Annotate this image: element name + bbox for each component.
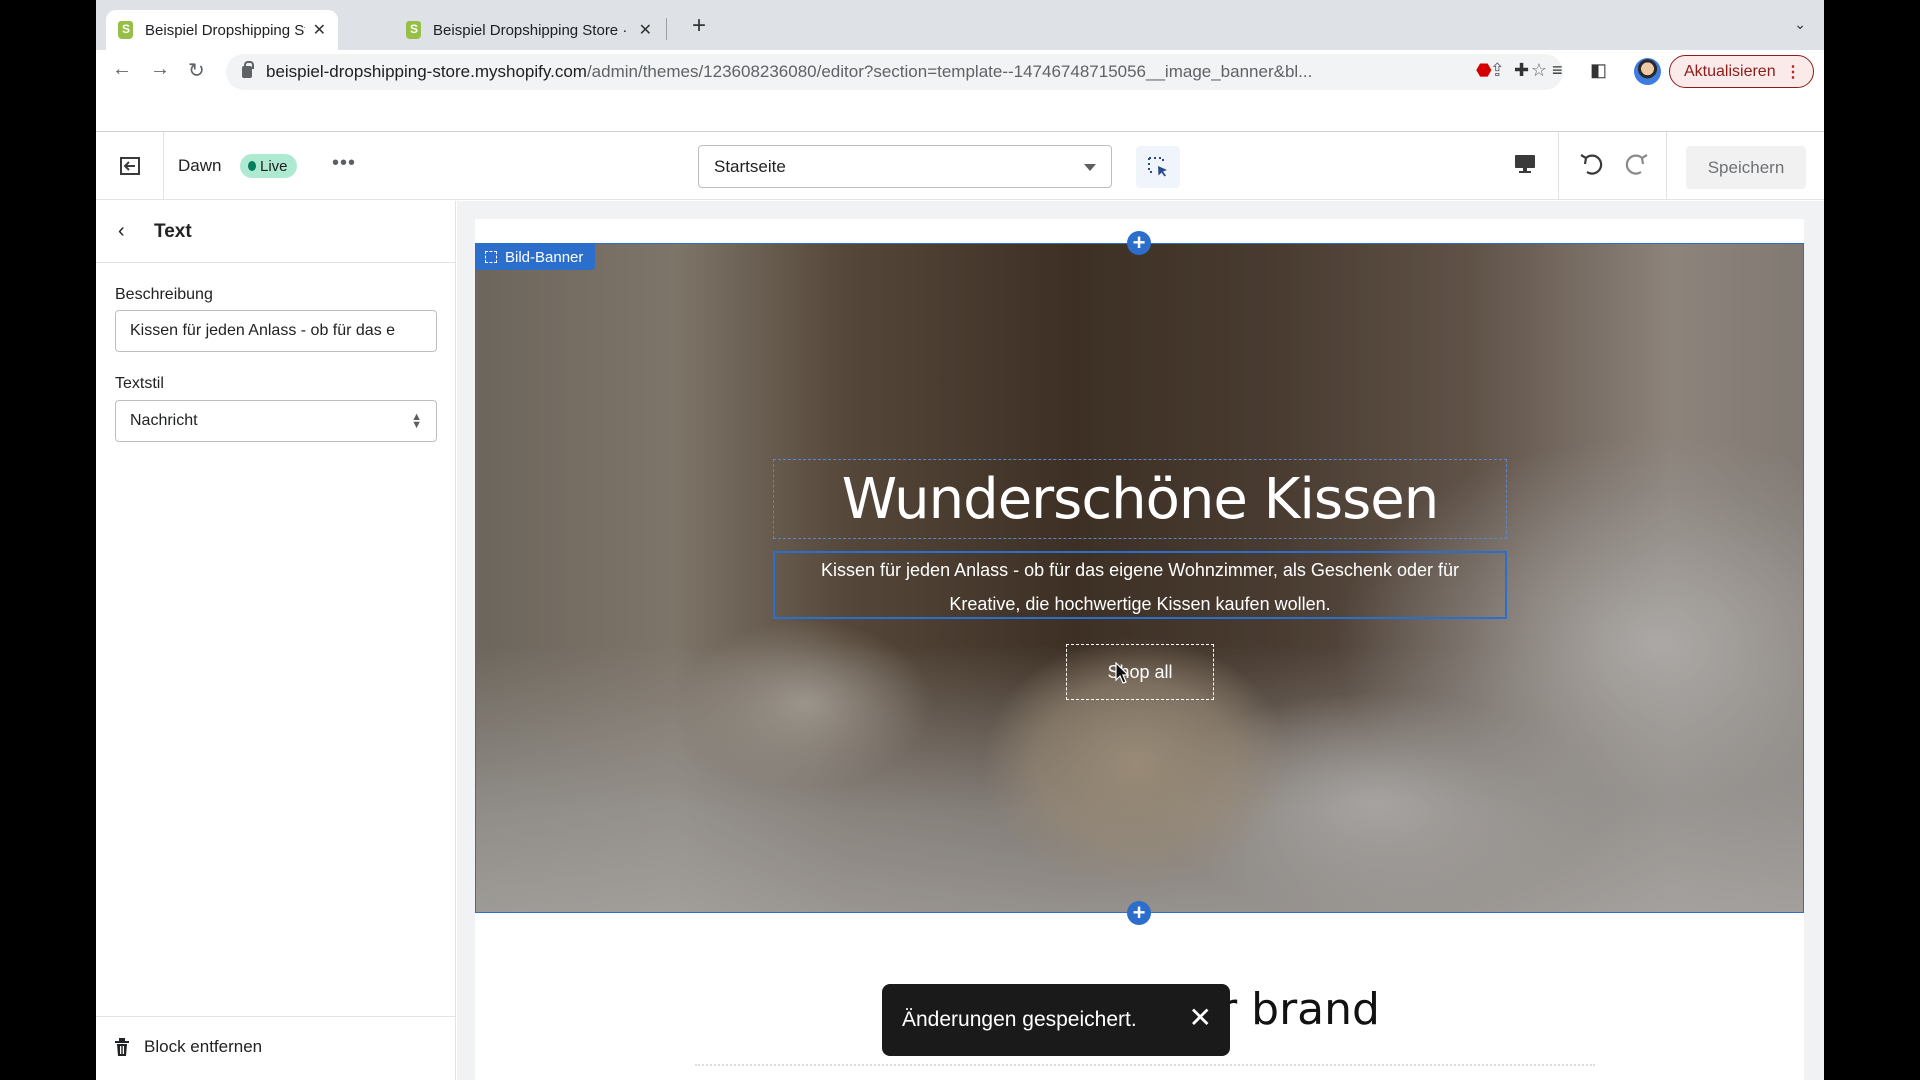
theme-preview: + Bild-Banner Wunderschöne Kissen Kissen… bbox=[457, 201, 1824, 1080]
text-block-selected[interactable]: Kissen für jeden Anlass - ob für das eig… bbox=[773, 551, 1507, 619]
shopify-favicon-icon bbox=[406, 21, 422, 39]
new-tab-icon[interactable]: + bbox=[692, 12, 706, 40]
shopify-favicon-icon bbox=[118, 21, 134, 39]
toast-message: Änderungen gespeichert. bbox=[902, 1008, 1137, 1031]
description-label: Beschreibung bbox=[115, 286, 213, 303]
forward-icon[interactable]: → bbox=[150, 58, 170, 81]
banner-description-line: Kissen für jeden Anlass - ob für das eig… bbox=[821, 560, 1459, 580]
browser-tab-active[interactable]: Beispiel Dropshipping Store · D ✕ bbox=[106, 10, 338, 50]
exit-icon bbox=[119, 157, 140, 175]
divider bbox=[1558, 132, 1559, 200]
reload-icon[interactable]: ↻ bbox=[188, 58, 205, 83]
banner-heading: Wunderschöne Kissen bbox=[841, 466, 1439, 532]
close-toast-icon[interactable]: ✕ bbox=[1189, 1004, 1212, 1032]
settings-sidebar: ‹ Text Beschreibung Kissen für jeden Anl… bbox=[96, 201, 456, 1080]
address-bar[interactable]: beispiel-dropshipping-store.myshopify.co… bbox=[226, 54, 1563, 90]
adblock-extension-icon[interactable]: ⬣ bbox=[1476, 60, 1492, 81]
screen: Beispiel Dropshipping Store · D ✕ Beispi… bbox=[96, 0, 1824, 1080]
description-input[interactable]: Kissen für jeden Anlass - ob für das e bbox=[115, 310, 437, 352]
section-icon bbox=[485, 251, 497, 263]
preview-frame: + Bild-Banner Wunderschöne Kissen Kissen… bbox=[475, 219, 1804, 1080]
inspector-select-icon bbox=[1148, 157, 1167, 177]
url-host: beispiel-dropshipping-store.myshopify.co… bbox=[266, 62, 587, 81]
shop-all-button[interactable]: Shop all bbox=[1066, 644, 1214, 700]
tab-search-chevron-icon[interactable]: ⌄ bbox=[1794, 16, 1806, 33]
back-chevron-icon[interactable]: ‹ bbox=[118, 220, 125, 243]
close-tab-icon[interactable]: ✕ bbox=[639, 20, 652, 40]
update-button-label: Aktualisieren bbox=[1684, 62, 1776, 80]
tab-title: Beispiel Dropshipping Store · B bbox=[433, 21, 631, 39]
page-selector[interactable]: Startseite bbox=[698, 145, 1112, 188]
saved-toast: Änderungen gespeichert. ✕ bbox=[882, 984, 1230, 1056]
more-actions-icon[interactable]: ••• bbox=[332, 152, 356, 175]
profile-avatar[interactable] bbox=[1634, 58, 1661, 85]
text-style-label: Textstil bbox=[115, 375, 164, 392]
divider bbox=[1666, 132, 1667, 200]
browser-toolbar: ← → ↻ beispiel-dropshipping-store.myshop… bbox=[96, 50, 1824, 94]
live-status-badge: Live bbox=[240, 154, 297, 178]
remove-block-button[interactable]: Block entfernen bbox=[114, 1037, 262, 1057]
add-section-below-button[interactable]: + bbox=[1127, 901, 1151, 925]
exit-editor-button[interactable] bbox=[96, 132, 164, 200]
trash-icon bbox=[115, 1038, 129, 1056]
page-selector-value: Startseite bbox=[714, 156, 786, 176]
banner-description-line: Kreative, die hochwertige Kissen kaufen … bbox=[949, 594, 1331, 614]
redo-button[interactable] bbox=[1622, 150, 1650, 183]
side-panel-icon[interactable]: ◧ bbox=[1590, 60, 1607, 81]
extensions-puzzle-icon[interactable]: ✚ bbox=[1514, 60, 1529, 81]
editor-topbar: Dawn Live ••• Startseite Speichern bbox=[96, 132, 1824, 200]
caret-down-icon bbox=[1084, 164, 1096, 171]
remove-block-label: Block entfernen bbox=[144, 1037, 263, 1056]
text-style-value: Nachricht bbox=[130, 412, 198, 429]
sidebar-header: ‹ Text bbox=[96, 201, 456, 263]
desktop-icon bbox=[1515, 155, 1535, 173]
text-style-select[interactable]: Nachricht ▲ ▼ bbox=[115, 400, 437, 442]
undo-icon bbox=[1580, 154, 1603, 175]
sidebar-footer: Block entfernen bbox=[96, 1016, 456, 1080]
save-button[interactable]: Speichern bbox=[1686, 146, 1806, 189]
inspector-toggle-button[interactable] bbox=[1136, 146, 1180, 188]
browser-tab[interactable]: Beispiel Dropshipping Store · B ✕ bbox=[394, 10, 664, 50]
image-banner-section[interactable]: Bild-Banner Wunderschöne Kissen Kissen f… bbox=[475, 243, 1804, 913]
close-tab-icon[interactable]: ✕ bbox=[313, 20, 326, 40]
desktop-preview-button[interactable] bbox=[1513, 152, 1537, 181]
tab-separator bbox=[666, 18, 667, 40]
kebab-menu-icon[interactable]: ⋮ bbox=[1785, 62, 1801, 82]
live-dot-icon bbox=[248, 161, 256, 171]
mouse-cursor-icon bbox=[1115, 662, 1129, 684]
redo-icon bbox=[1625, 154, 1648, 175]
tab-title: Beispiel Dropshipping Store · D bbox=[145, 21, 305, 39]
undo-button[interactable] bbox=[1578, 150, 1606, 183]
url-path: /admin/themes/123608236080/editor?sectio… bbox=[586, 62, 1313, 81]
select-arrows-icon: ▲ ▼ bbox=[411, 411, 422, 431]
theme-name: Dawn bbox=[178, 156, 222, 175]
section-label: Bild-Banner bbox=[476, 244, 596, 270]
back-icon[interactable]: ← bbox=[112, 58, 132, 81]
update-button[interactable]: Aktualisieren ⋮ bbox=[1669, 55, 1814, 88]
bookmark-star-icon[interactable]: ☆ bbox=[1531, 60, 1547, 81]
section-label-text: Bild-Banner bbox=[505, 248, 584, 266]
share-icon[interactable]: ⇪ bbox=[1490, 60, 1505, 81]
add-section-above-button[interactable]: + bbox=[1127, 231, 1151, 255]
browser-tabstrip: Beispiel Dropshipping Store · D ✕ Beispi… bbox=[96, 0, 1824, 50]
rich-text-body bbox=[695, 1064, 1595, 1067]
heading-block[interactable]: Wunderschöne Kissen bbox=[773, 459, 1507, 539]
block-title: Text bbox=[154, 221, 192, 242]
media-queue-icon[interactable]: ≡ bbox=[1552, 60, 1563, 81]
live-badge-label: Live bbox=[260, 157, 288, 175]
lock-icon bbox=[242, 61, 254, 78]
page-top-gap bbox=[96, 94, 1824, 132]
